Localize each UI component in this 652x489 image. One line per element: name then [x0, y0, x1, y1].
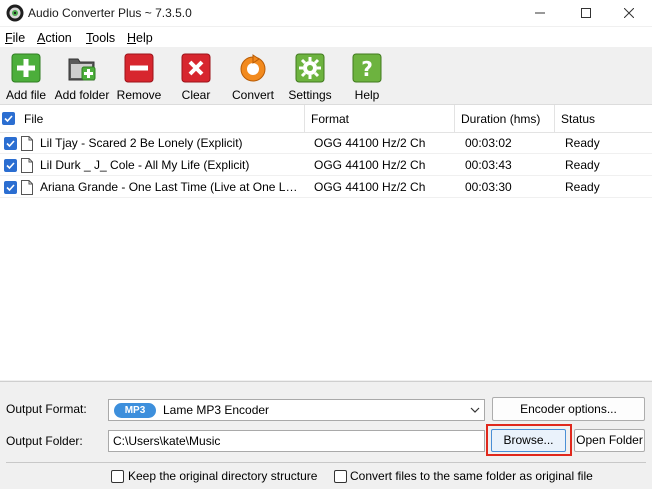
- output-format-select[interactable]: MP3 Lame MP3 Encoder: [108, 399, 485, 421]
- minimize-button[interactable]: [517, 0, 563, 26]
- help-button[interactable]: ? Help: [338, 51, 396, 103]
- chevron-down-icon: [470, 407, 480, 413]
- output-folder-label: Output Folder:: [6, 434, 83, 448]
- file-format: OGG 44100 Hz/2 Ch: [314, 158, 426, 172]
- gear-icon: [295, 53, 325, 83]
- open-folder-button[interactable]: Open Folder: [574, 429, 645, 452]
- checkmark-icon: [4, 115, 13, 123]
- mp3-badge: MP3: [114, 403, 156, 418]
- settings-button[interactable]: Settings: [281, 51, 339, 103]
- file-format: OGG 44100 Hz/2 Ch: [314, 180, 426, 194]
- output-panel: Output Format: MP3 Lame MP3 Encoder Enco…: [0, 381, 652, 489]
- menu-action[interactable]: Action: [37, 31, 72, 45]
- menu-tools[interactable]: Tools: [86, 31, 115, 45]
- menu-help[interactable]: Help: [127, 31, 153, 45]
- checkmark-icon: [6, 184, 15, 192]
- close-button[interactable]: [606, 0, 652, 26]
- title-bar: Audio Converter Plus ~ 7.3.5.0: [0, 0, 652, 26]
- row-checkbox[interactable]: [4, 159, 17, 172]
- file-status: Ready: [565, 136, 600, 150]
- close-icon: [624, 8, 634, 18]
- convert-button[interactable]: Convert: [224, 51, 282, 103]
- file-name: Lil Durk _ J_ Cole - All My Life (Explic…: [40, 158, 250, 172]
- minimize-icon: [535, 12, 545, 14]
- row-checkbox[interactable]: [4, 181, 17, 194]
- keep-structure-checkbox[interactable]: [111, 470, 124, 483]
- clear-icon: [181, 53, 211, 83]
- file-duration: 00:03:30: [465, 180, 512, 194]
- window-title: Audio Converter Plus ~ 7.3.5.0: [28, 6, 192, 20]
- maximize-button[interactable]: [563, 0, 609, 26]
- table-row[interactable]: Ariana Grande - One Last Time (Live at O…: [0, 177, 652, 198]
- table-row[interactable]: Lil Durk _ J_ Cole - All My Life (Explic…: [0, 155, 652, 176]
- checkmark-icon: [6, 162, 15, 170]
- file-format: OGG 44100 Hz/2 Ch: [314, 136, 426, 150]
- row-checkbox[interactable]: [4, 137, 17, 150]
- clear-button[interactable]: Clear: [167, 51, 225, 103]
- remove-icon: [124, 53, 154, 83]
- file-list[interactable]: File Format Duration (hms) Status Lil Tj…: [0, 104, 652, 380]
- file-name: Lil Tjay - Scared 2 Be Lonely (Explicit): [40, 136, 243, 150]
- file-list-header: File Format Duration (hms) Status: [0, 105, 652, 133]
- column-header-format[interactable]: Format: [305, 105, 455, 133]
- column-header-status[interactable]: Status: [555, 105, 652, 133]
- help-icon: ?: [352, 53, 382, 83]
- output-format-label: Output Format:: [6, 402, 87, 416]
- column-header-duration[interactable]: Duration (hms): [455, 105, 555, 133]
- document-icon: [21, 136, 33, 151]
- column-header-file[interactable]: File: [18, 105, 305, 133]
- select-all-checkbox[interactable]: [2, 112, 15, 125]
- keep-structure-label: Keep the original directory structure: [128, 469, 318, 483]
- encoder-options-button[interactable]: Encoder options...: [492, 397, 645, 421]
- convert-icon: [240, 54, 266, 82]
- table-row[interactable]: Lil Tjay - Scared 2 Be Lonely (Explicit)…: [0, 133, 652, 154]
- menu-bar: File Action Tools Help: [0, 27, 652, 47]
- file-status: Ready: [565, 158, 600, 172]
- file-status: Ready: [565, 180, 600, 194]
- document-icon: [21, 158, 33, 173]
- maximize-icon: [581, 8, 591, 18]
- menu-file[interactable]: File: [5, 31, 25, 45]
- add-file-icon: [11, 53, 41, 83]
- same-folder-label: Convert files to the same folder as orig…: [350, 469, 593, 483]
- svg-text:?: ?: [361, 57, 373, 81]
- app-logo-icon: [6, 4, 24, 22]
- divider: [6, 462, 646, 463]
- same-folder-checkbox[interactable]: [334, 470, 347, 483]
- output-format-value: Lame MP3 Encoder: [163, 403, 270, 417]
- document-icon: [21, 180, 33, 195]
- add-folder-button[interactable]: Add folder: [53, 51, 111, 103]
- file-duration: 00:03:43: [465, 158, 512, 172]
- browse-button[interactable]: Browse...: [491, 429, 566, 452]
- file-name: Ariana Grande - One Last Time (Live at O…: [40, 180, 302, 194]
- remove-button[interactable]: Remove: [110, 51, 168, 103]
- file-duration: 00:03:02: [465, 136, 512, 150]
- toolbar: Add file Add folder Remove Clear Convert…: [0, 47, 652, 104]
- add-folder-icon: [68, 58, 96, 81]
- output-folder-input[interactable]: C:\Users\kate\Music: [108, 430, 485, 452]
- checkmark-icon: [6, 140, 15, 148]
